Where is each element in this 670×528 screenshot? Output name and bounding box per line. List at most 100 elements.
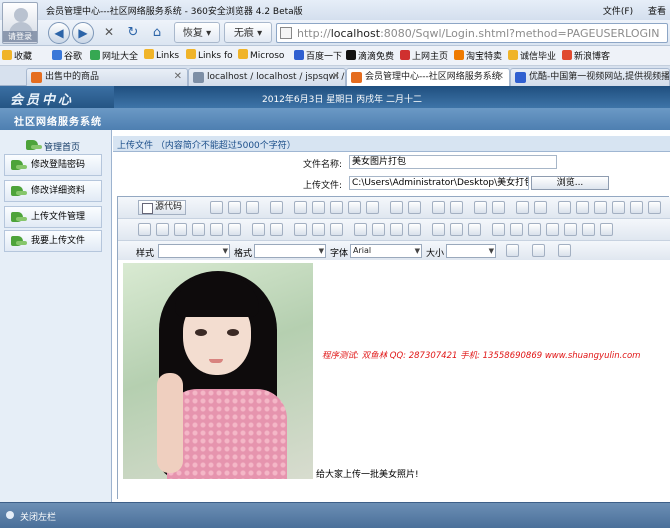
tab-member-center[interactable]: 会员管理中心---社区网络服务系统 ✕ [346,68,510,86]
replace-icon[interactable] [492,201,505,214]
align-left-icon[interactable] [354,223,367,236]
special-char-icon[interactable] [582,223,595,236]
bookmark-links[interactable]: Links [144,49,179,61]
form-icon[interactable] [558,201,571,214]
bookmark-graduation[interactable]: 诚信毕业 [508,49,556,62]
preview-icon[interactable] [246,201,259,214]
menu-view[interactable]: 查看 [648,7,666,17]
italic-icon[interactable] [156,223,169,236]
print-icon[interactable] [390,201,403,214]
paste-icon[interactable] [330,201,343,214]
source-code-button[interactable]: 源代码 [138,200,187,215]
restore-dropdown[interactable]: 恢复 ▾ [174,22,220,43]
home-button[interactable]: ⌂ [148,22,166,43]
user-avatar[interactable]: 请登录 [2,2,38,44]
table-icon[interactable] [528,223,541,236]
redo-icon[interactable] [450,201,463,214]
browse-button[interactable]: 浏览... [531,176,609,190]
format-select[interactable] [254,244,326,258]
copy-icon[interactable] [312,201,325,214]
select-all-icon[interactable] [516,201,529,214]
sidebar-item-change-password[interactable]: 修改登陆密码 [4,154,102,176]
anchor-icon[interactable] [468,223,481,236]
link-icon[interactable] [432,223,445,236]
tab-youku[interactable]: 优酷-中国第一视频网站,提供视频播放 [510,68,670,86]
underline-icon[interactable] [174,223,187,236]
forward-button[interactable]: ▶ [72,22,94,44]
indent-icon[interactable] [312,223,325,236]
incognito-dropdown[interactable]: 无痕 ▾ [224,22,272,43]
bookmark-taobao[interactable]: 淘宝特卖 [454,49,502,62]
image-icon[interactable] [492,223,505,236]
undo-icon[interactable] [432,201,445,214]
bookmark-microsoft[interactable]: Microso [238,49,284,61]
flash-icon[interactable] [510,223,523,236]
template-icon[interactable] [270,201,283,214]
font-select[interactable]: Arial [350,244,422,258]
paste-text-icon[interactable] [348,201,361,214]
new-page-icon[interactable] [228,201,241,214]
align-right-icon[interactable] [390,223,403,236]
upload-file-input[interactable]: C:\Users\Administrator\Desktop\美女打包.rar [349,176,529,190]
page-break-icon[interactable] [600,223,613,236]
address-bar[interactable]: http://localhost:8080/Sqwl/Login.shtml?m… [276,23,668,43]
bookmark-links-for[interactable]: Links fo [186,49,233,61]
sidebar-item-edit-profile[interactable]: 修改详细资料 [4,180,102,202]
find-icon[interactable] [474,201,487,214]
editor-content[interactable]: 程序测试: 双鱼林 QQ: 287307421 手机: 13558690869 … [118,260,670,500]
bookmark-favorites[interactable]: 收藏 [2,49,32,62]
unlink-icon[interactable] [450,223,463,236]
sidebar-item-manage-uploads[interactable]: 上传文件管理 [4,206,102,228]
close-left-panel-link[interactable]: 关闭左栏 [20,510,56,523]
bookmark-didi[interactable]: 滴滴免费 [346,49,394,62]
back-button[interactable]: ◀ [48,22,70,44]
size-select[interactable] [446,244,496,258]
bookmark-site-directory[interactable]: 网址大全 [90,49,138,62]
maximize-icon[interactable] [558,244,571,257]
size-label: 大小 [426,249,445,259]
smiley-icon[interactable] [564,223,577,236]
horizontal-rule-icon[interactable] [546,223,559,236]
strikethrough-icon[interactable] [192,223,205,236]
style-select[interactable] [158,244,230,258]
bookmark-google[interactable]: 谷歌 [52,49,82,62]
close-icon[interactable]: ✕ [174,69,182,85]
select-field-icon[interactable] [648,201,661,214]
align-center-icon[interactable] [372,223,385,236]
collapse-icon[interactable] [6,511,14,519]
sidebar-header[interactable]: 管理首页 [0,136,112,154]
text-color-icon[interactable] [506,244,519,257]
background-color-icon[interactable] [532,244,545,257]
superscript-icon[interactable] [228,223,241,236]
bookmark-label: Microso [250,51,285,61]
restore-label: 恢复 [182,28,203,39]
bookmark-homepage[interactable]: 上网主页 [400,49,448,62]
refresh-button[interactable]: ↻ [124,22,142,43]
tab-phpmyadmin[interactable]: localhost / localhost / jspsqwl / us ✕ [188,68,346,86]
bold-icon[interactable] [138,223,151,236]
blockquote-icon[interactable] [330,223,343,236]
sidebar-item-upload-file[interactable]: 我要上传文件 [4,230,102,252]
close-icon[interactable]: ✕ [332,69,340,85]
unordered-list-icon[interactable] [270,223,283,236]
checkbox-icon[interactable] [576,201,589,214]
remove-format-icon[interactable] [534,201,547,214]
justify-icon[interactable] [408,223,421,236]
tab-products[interactable]: 出售中的商品 ✕ [26,68,188,86]
outdent-icon[interactable] [294,223,307,236]
paste-word-icon[interactable] [366,201,379,214]
stop-button[interactable]: ✕ [100,22,118,43]
file-name-input[interactable]: 美女图片打包 [349,155,557,169]
spellcheck-icon[interactable] [408,201,421,214]
close-icon[interactable]: ✕ [496,69,504,85]
menu-file[interactable]: 文件(F) [603,7,633,17]
radio-icon[interactable] [594,201,607,214]
bookmark-sina-blog[interactable]: 新浪博客 [562,49,610,62]
textarea-icon[interactable] [630,201,643,214]
cut-icon[interactable] [294,201,307,214]
ordered-list-icon[interactable] [252,223,265,236]
bookmark-baidu[interactable]: 百度一下 [294,49,342,62]
subscript-icon[interactable] [210,223,223,236]
save-icon[interactable] [210,201,223,214]
textfield-icon[interactable] [612,201,625,214]
